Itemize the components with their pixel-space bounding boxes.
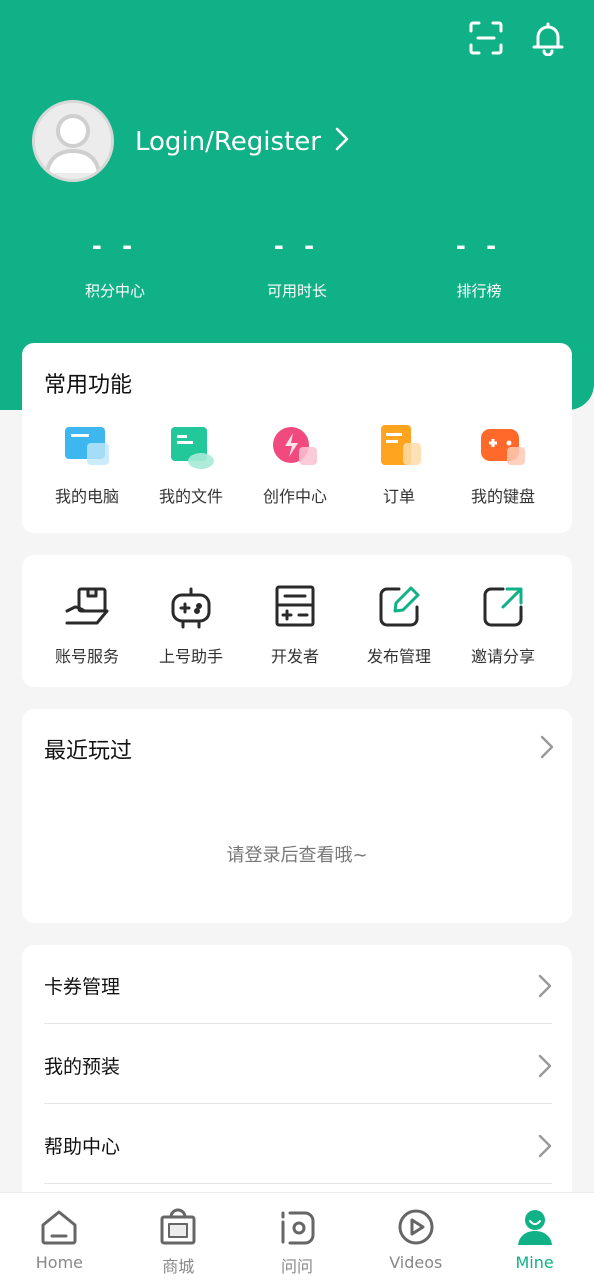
ask-icon	[277, 1207, 317, 1247]
menu-item-label: 卡券管理	[44, 975, 121, 998]
shop-icon	[158, 1207, 198, 1247]
tab-videos[interactable]: Videos	[356, 1193, 475, 1280]
scan-icon[interactable]	[468, 20, 504, 56]
tab-shop[interactable]: 商城	[119, 1193, 238, 1280]
service-publish-management[interactable]: 发布管理	[347, 583, 451, 667]
service-label: 账号服务	[54, 647, 119, 666]
edit-icon	[375, 583, 423, 631]
tab-home[interactable]: Home	[0, 1193, 119, 1280]
bell-icon[interactable]	[530, 20, 566, 57]
computer-icon	[63, 423, 111, 471]
stat-label: 排行榜	[456, 282, 502, 300]
menu-item-preinstall[interactable]: 我的预装	[44, 1025, 552, 1105]
empty-hint: 请登录后查看哦~	[226, 845, 368, 866]
feature-creation-center[interactable]: 创作中心	[243, 423, 347, 507]
menu-item-help[interactable]: 帮助中心	[44, 1105, 552, 1185]
divider	[44, 1183, 552, 1184]
services-card: 账号服务 上号助手 开发者 发布管理 邀请分享	[22, 555, 572, 687]
service-developer[interactable]: 开发者	[243, 583, 347, 667]
service-invite-share[interactable]: 邀请分享	[451, 583, 555, 667]
chevron-right-icon	[538, 1054, 552, 1083]
feature-label: 我的电脑	[54, 487, 119, 506]
play-icon	[396, 1207, 436, 1247]
mine-icon	[515, 1207, 555, 1247]
stat-leaderboard[interactable]: - - 排行榜	[399, 232, 559, 301]
tab-label: Videos	[389, 1253, 443, 1272]
feature-label: 我的文件	[158, 487, 223, 506]
gamepad-keyboard-icon	[479, 423, 527, 471]
home-icon	[39, 1207, 79, 1247]
chevron-right-icon	[321, 127, 349, 158]
feature-label: 我的键盘	[470, 487, 535, 506]
stat-available-time[interactable]: - - 可用时长	[217, 232, 377, 301]
chevron-right-icon	[538, 974, 552, 1003]
feature-my-files[interactable]: 我的文件	[139, 423, 243, 507]
common-features-card: 常用功能 我的电脑 我的文件 创作中心 订单 我的键盘	[22, 343, 572, 533]
divider	[44, 1023, 552, 1024]
stat-value: - -	[455, 232, 503, 260]
divider	[44, 1103, 552, 1104]
avatar[interactable]	[32, 100, 114, 182]
service-label: 开发者	[270, 647, 319, 666]
stat-points[interactable]: - - 积分中心	[35, 232, 195, 301]
feature-orders[interactable]: 订单	[347, 423, 451, 507]
stat-label: 积分中心	[84, 282, 145, 300]
feature-label: 创作中心	[262, 487, 327, 506]
login-register-label: Login/Register	[135, 127, 321, 157]
service-account[interactable]: 账号服务	[35, 583, 139, 667]
tab-label: Home	[35, 1253, 84, 1272]
service-label: 邀请分享	[470, 647, 535, 666]
feature-my-keyboard[interactable]: 我的键盘	[451, 423, 555, 507]
file-cloud-icon	[167, 423, 215, 471]
stat-label: 可用时长	[266, 282, 327, 300]
recently-played-card: 最近玩过 请登录后查看哦~	[22, 709, 572, 923]
share-icon	[479, 583, 527, 631]
stat-value: - -	[273, 232, 321, 260]
service-label: 发布管理	[366, 647, 431, 666]
tab-mine[interactable]: Mine	[475, 1193, 594, 1280]
order-icon	[375, 423, 423, 471]
tab-label: 问问	[280, 1257, 313, 1276]
bottom-tab-bar: Home 商城 问问 Videos Mine	[0, 1192, 594, 1280]
tab-ask[interactable]: 问问	[238, 1193, 357, 1280]
account-service-icon	[63, 583, 111, 631]
menu-list-card: 卡券管理 我的预装 帮助中心	[22, 945, 572, 1205]
calculator-icon	[271, 583, 319, 631]
feature-label: 订单	[382, 487, 415, 506]
feature-my-computer[interactable]: 我的电脑	[35, 423, 139, 507]
creation-icon	[271, 423, 319, 471]
service-login-helper[interactable]: 上号助手	[139, 583, 243, 667]
menu-item-coupons[interactable]: 卡券管理	[44, 945, 552, 1025]
gamepad-icon	[167, 583, 215, 631]
menu-item-label: 我的预装	[44, 1055, 121, 1078]
stat-value: - -	[91, 232, 139, 260]
service-label: 上号助手	[158, 647, 223, 666]
chevron-right-icon	[538, 1134, 552, 1163]
chevron-right-icon[interactable]	[540, 735, 554, 763]
login-register-link[interactable]: Login/Register	[135, 124, 349, 160]
tab-label: Mine	[515, 1253, 554, 1272]
tab-label: 商城	[162, 1257, 195, 1276]
menu-item-label: 帮助中心	[44, 1135, 121, 1158]
section-title: 最近玩过	[44, 739, 133, 764]
section-title: 常用功能	[44, 373, 133, 398]
